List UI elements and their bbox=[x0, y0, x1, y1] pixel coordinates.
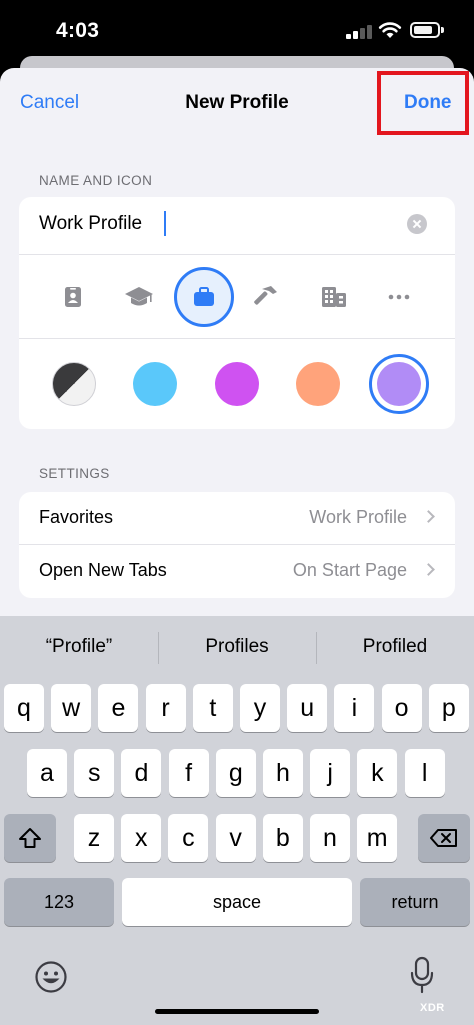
icon-picker bbox=[19, 255, 455, 339]
key-s[interactable]: s bbox=[74, 749, 115, 797]
key-k[interactable]: k bbox=[357, 749, 398, 797]
suggestion-bar: “Profile” Profiles Profiled bbox=[0, 616, 474, 678]
color-swatch-dark-light[interactable] bbox=[52, 362, 96, 406]
clear-text-icon[interactable] bbox=[407, 214, 427, 234]
key-t[interactable]: t bbox=[192, 684, 233, 732]
suggestion-2[interactable]: Profiles bbox=[158, 636, 316, 658]
briefcase-icon[interactable] bbox=[174, 267, 234, 327]
settings-card: Favorites Work Profile Open New Tabs On … bbox=[19, 492, 455, 598]
key-j[interactable]: j bbox=[310, 749, 351, 797]
watermark-text: XDR bbox=[420, 1002, 445, 1014]
color-swatch-purple[interactable] bbox=[215, 362, 259, 406]
more-icon[interactable] bbox=[369, 267, 429, 327]
microphone-icon[interactable] bbox=[410, 956, 434, 994]
chevron-right-icon bbox=[422, 510, 435, 523]
key-x[interactable]: x bbox=[121, 814, 162, 862]
wifi-icon bbox=[378, 22, 402, 38]
favorites-row[interactable]: Favorites Work Profile bbox=[19, 492, 455, 545]
person-badge-icon[interactable] bbox=[43, 267, 103, 327]
done-highlight-box bbox=[377, 71, 469, 135]
key-l[interactable]: l bbox=[404, 749, 445, 797]
cellular-signal-icon bbox=[346, 24, 372, 39]
chevron-right-icon bbox=[422, 563, 435, 576]
key-h[interactable]: h bbox=[263, 749, 303, 797]
hammer-icon[interactable] bbox=[238, 267, 298, 327]
profile-name-input[interactable]: Work Profile bbox=[39, 213, 142, 235]
name-and-icon-header: NAME AND ICON bbox=[39, 173, 153, 188]
shift-icon bbox=[19, 828, 41, 848]
building-icon[interactable] bbox=[304, 267, 364, 327]
key-u[interactable]: u bbox=[287, 684, 328, 732]
emoji-icon[interactable] bbox=[34, 960, 68, 994]
profile-name-field[interactable]: Work Profile bbox=[19, 197, 455, 255]
delete-key[interactable] bbox=[418, 814, 470, 862]
settings-header: SETTINGS bbox=[39, 466, 110, 481]
key-z[interactable]: z bbox=[74, 814, 114, 862]
backspace-icon bbox=[430, 829, 457, 847]
new-profile-sheet: Cancel New Profile Done NAME AND ICON Wo… bbox=[0, 68, 474, 628]
key-b[interactable]: b bbox=[262, 814, 303, 862]
color-swatch-cyan[interactable] bbox=[133, 362, 177, 406]
selected-color-fill bbox=[377, 362, 421, 406]
home-indicator bbox=[155, 1009, 319, 1014]
status-bar: 4:03 bbox=[0, 0, 474, 62]
key-e[interactable]: e bbox=[98, 684, 139, 732]
key-m[interactable]: m bbox=[357, 814, 398, 862]
suggestion-1[interactable]: “Profile” bbox=[0, 636, 158, 658]
key-d[interactable]: d bbox=[121, 749, 162, 797]
return-key[interactable]: return bbox=[360, 878, 470, 926]
key-o[interactable]: o bbox=[381, 684, 422, 732]
battery-icon bbox=[410, 22, 444, 38]
key-p[interactable]: p bbox=[428, 684, 469, 732]
favorites-value: Work Profile bbox=[309, 507, 407, 527]
color-swatch-lavender-selected[interactable] bbox=[369, 354, 429, 414]
key-i[interactable]: i bbox=[334, 684, 375, 732]
color-swatch-orange[interactable] bbox=[296, 362, 340, 406]
status-time: 4:03 bbox=[56, 19, 100, 42]
key-v[interactable]: v bbox=[215, 814, 256, 862]
key-c[interactable]: c bbox=[168, 814, 209, 862]
space-key[interactable]: space bbox=[122, 878, 352, 926]
key-n[interactable]: n bbox=[310, 814, 350, 862]
numbers-key[interactable]: 123 bbox=[4, 878, 114, 926]
open-new-tabs-label: Open New Tabs bbox=[39, 560, 167, 580]
shift-key[interactable] bbox=[4, 814, 56, 862]
open-new-tabs-row[interactable]: Open New Tabs On Start Page bbox=[19, 545, 455, 598]
favorites-label: Favorites bbox=[39, 507, 114, 527]
keyboard: “Profile” Profiles Profiled qwertyuiopas… bbox=[0, 616, 474, 1025]
suggestion-3[interactable]: Profiled bbox=[316, 636, 474, 658]
key-f[interactable]: f bbox=[168, 749, 209, 797]
graduation-cap-icon[interactable] bbox=[109, 267, 169, 327]
key-w[interactable]: w bbox=[51, 684, 92, 732]
color-picker bbox=[19, 339, 455, 429]
key-a[interactable]: a bbox=[27, 749, 67, 797]
name-and-icon-card: Work Profile bbox=[19, 197, 455, 429]
key-y[interactable]: y bbox=[240, 684, 280, 732]
open-new-tabs-value: On Start Page bbox=[292, 560, 407, 580]
key-q[interactable]: q bbox=[4, 684, 44, 732]
key-g[interactable]: g bbox=[215, 749, 256, 797]
text-cursor bbox=[164, 211, 166, 236]
key-r[interactable]: r bbox=[145, 684, 186, 732]
